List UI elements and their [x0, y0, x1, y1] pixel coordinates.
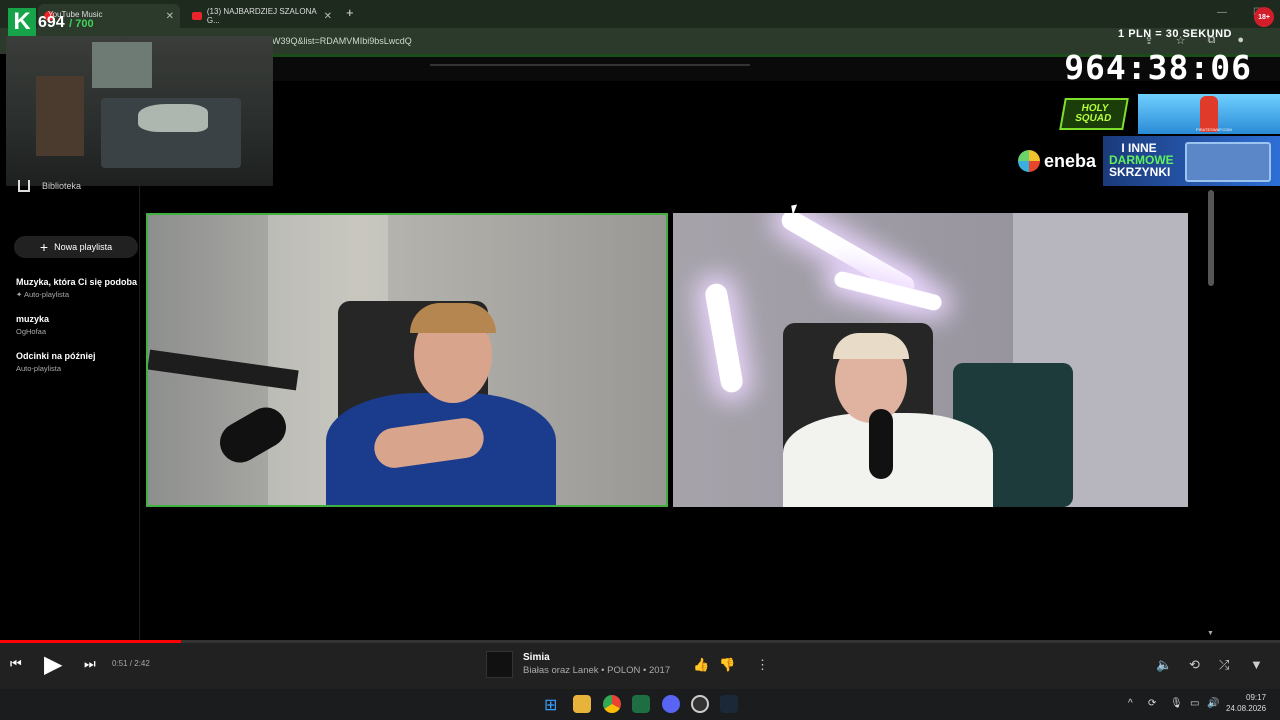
profile-icon[interactable]: ● [1237, 34, 1244, 47]
previous-button[interactable]: ⏮ [10, 656, 22, 672]
new-playlist-label: Nowa playlista [54, 242, 113, 252]
speaker-icon[interactable]: 🔊 [1207, 698, 1219, 709]
neon-light [703, 281, 745, 395]
new-tab-button[interactable]: + [346, 5, 354, 20]
url-text[interactable]: W39Q&list=RDAMVMIbi9bsLwcdQ [272, 36, 412, 46]
cam-window [92, 42, 152, 88]
microphone [869, 409, 893, 479]
like-icon[interactable]: 👍 [693, 657, 709, 673]
video-panel-right[interactable] [673, 213, 1188, 507]
new-playlist-button[interactable]: + Nowa playlista [14, 236, 138, 258]
header-divider [430, 64, 750, 66]
sidebar-item-library[interactable]: Biblioteka [18, 180, 81, 192]
age-badge: 18+ [1254, 7, 1274, 27]
next-button[interactable]: ⏭ [84, 656, 96, 672]
playback-time: 0:51 / 2:42 [112, 659, 150, 668]
playlist-title: Muzyka, która Ci się podoba [16, 277, 138, 287]
minimize-icon[interactable]: — [1217, 7, 1227, 18]
discord-icon[interactable] [662, 695, 680, 713]
tray-overflow-icon[interactable]: ^ [1128, 698, 1133, 709]
eneba-logo-icon [1018, 150, 1040, 172]
library-icon [18, 180, 30, 192]
eneba-text: eneba [1044, 150, 1097, 171]
dislike-icon[interactable]: 👎 [719, 657, 735, 673]
album-thumbnail[interactable] [486, 651, 513, 678]
file-explorer-icon[interactable] [573, 695, 591, 713]
song-artist[interactable]: Białas oraz Lanek • POLON • 2017 [523, 665, 670, 676]
plus-icon: + [39, 239, 49, 255]
youtube-icon [192, 12, 202, 20]
play-button[interactable]: ▶ [44, 650, 62, 679]
pin-icon: ✦ [16, 290, 24, 299]
pirateswap-banner: PIRATESWAP.COM [1138, 94, 1280, 134]
more-options-icon[interactable]: ⋮ [756, 657, 769, 673]
cam-shelf [36, 76, 84, 156]
clock-time: 09:17 [1246, 693, 1267, 702]
excel-icon[interactable] [632, 695, 650, 713]
cam-blanket [138, 104, 208, 132]
mouse-cursor [791, 204, 799, 216]
playlist-subtitle-text: Auto-playlista [23, 290, 69, 299]
chrome-icon[interactable] [603, 695, 621, 713]
playlist-subtitle: OgHofaa [16, 327, 47, 336]
pirate-caption: PIRATESWAP.COM [1196, 127, 1232, 132]
k-logo: K [8, 8, 36, 36]
chest-icon [1185, 142, 1271, 182]
song-title[interactable]: Simia [523, 652, 550, 663]
free-chests-banner: I INNE DARMOWE SKRZYNKI [1103, 136, 1280, 186]
tray-sync-icon[interactable]: ⟳ [1148, 698, 1156, 709]
holy-squad-text: HOLY SQUAD [1074, 103, 1113, 124]
video-panel-left[interactable] [146, 213, 668, 507]
playlist-item[interactable]: Odcinki na później Auto-playlista [16, 351, 96, 373]
microphone-icon[interactable]: 🎙 [1170, 698, 1183, 709]
counter-value: 694 [38, 14, 65, 31]
network-icon[interactable]: ▭ [1190, 698, 1199, 709]
eneba-sponsor: eneba [1018, 150, 1096, 172]
close-tab-icon[interactable]: ✕ [166, 11, 174, 22]
obs-icon[interactable] [691, 695, 709, 713]
clock-date: 24.08.2026 [1226, 704, 1267, 713]
playlist-title: Odcinki na później [16, 351, 96, 361]
sub-counter: 694 / 700 [38, 14, 94, 32]
chests-line3: SKRZYNKI [1109, 165, 1171, 179]
taskbar-clock[interactable]: 09:17 24.08.2026 [1226, 692, 1266, 714]
playlist-subtitle: Auto-playlista [16, 364, 62, 373]
webcam-overlay [6, 36, 273, 186]
person-right-hair [833, 333, 909, 359]
person-left-hair [410, 303, 496, 333]
volume-icon[interactable]: 🔈 [1156, 657, 1172, 673]
playlist-item[interactable]: Muzyka, która Ci się podoba ✦ Auto-playl… [16, 277, 137, 299]
repeat-icon[interactable]: ⟲ [1189, 657, 1200, 673]
playlist-item[interactable]: muzyka OgHofaa [16, 314, 49, 336]
scroll-down-arrow[interactable]: ▼ [1207, 630, 1214, 637]
close-tab-icon[interactable]: ✕ [324, 11, 332, 22]
scrollbar-thumb[interactable] [1208, 190, 1214, 286]
playlist-title: muzyka [16, 314, 50, 324]
shuffle-icon[interactable]: ⤮ [1219, 657, 1229, 673]
subathon-timer: 964:38:06 [1064, 48, 1252, 87]
holy-squad-logo: HOLY SQUAD [1059, 98, 1129, 130]
rate-label: 1 PLN = 30 SEKUND [1118, 28, 1232, 40]
tab-video[interactable]: (13) NAJBARDZIEJ SZALONA G... ✕ [186, 4, 338, 28]
expand-player-icon[interactable]: ▼ [1250, 657, 1263, 672]
steam-icon[interactable] [720, 695, 738, 713]
chests-text: I INNE DARMOWE SKRZYNKI [1109, 142, 1174, 179]
library-label: Biblioteka [42, 181, 82, 191]
playlist-subtitle: ✦ Auto-playlista [16, 290, 137, 299]
counter-max: / 700 [69, 18, 94, 30]
tab-label: (13) NAJBARDZIEJ SZALONA G... [206, 7, 317, 25]
windows-start-icon[interactable]: ⊞ [544, 695, 562, 714]
